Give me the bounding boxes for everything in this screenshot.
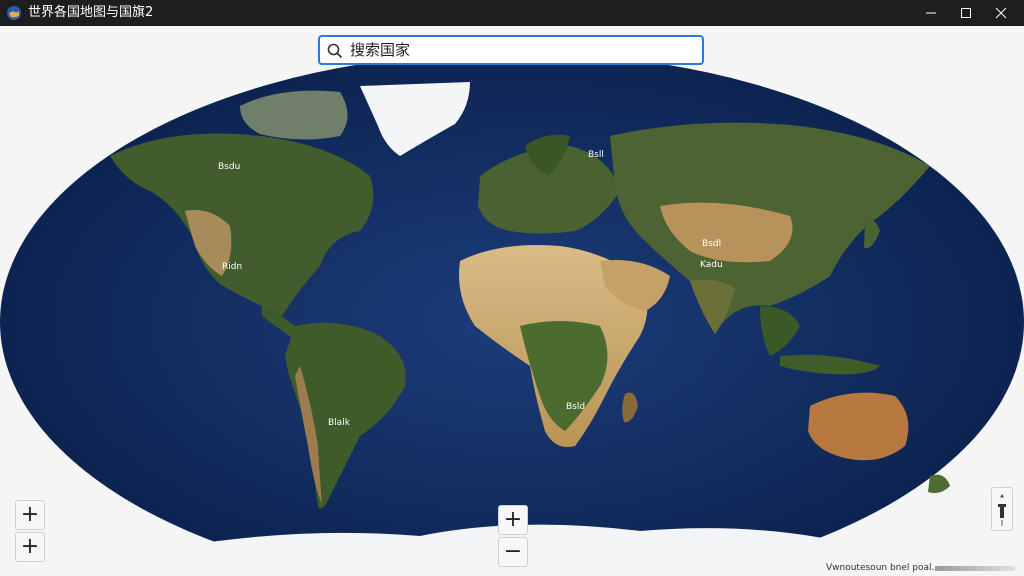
search-input[interactable]: [350, 37, 690, 63]
scale-bar: [935, 566, 1015, 571]
minimize-icon: [926, 12, 936, 14]
search-icon: [327, 43, 343, 59]
map-label-argentina: Blalk: [328, 418, 351, 428]
globe-icon: [7, 6, 21, 20]
world-map[interactable]: Bsdu Ridn Bsll Bsdl Kadu Bsld Blalk: [0, 26, 1024, 576]
zoom-in-button-left-top[interactable]: +: [15, 500, 45, 530]
close-icon: [995, 7, 1007, 19]
map-label-asia: Bsdl: [702, 239, 721, 249]
landmass-new-zealand: [928, 474, 950, 494]
map-label-south-africa: Bsld: [566, 402, 585, 412]
map-label-mexico: Ridn: [222, 262, 242, 272]
compass-control[interactable]: [991, 487, 1013, 531]
map-label-north-america: Bsdu: [218, 162, 240, 172]
compass-icon: [998, 494, 1006, 526]
search-box[interactable]: [318, 35, 704, 65]
zoom-in-button-left-bottom[interactable]: +: [15, 532, 45, 562]
map-label-russia: Bsll: [588, 150, 604, 160]
zoom-in-button[interactable]: +: [498, 505, 528, 535]
map-view[interactable]: Bsdu Ridn Bsll Bsdl Kadu Bsld Blalk: [0, 26, 1024, 576]
map-attribution: Vwnoutesoun bnel poal.: [826, 563, 935, 573]
close-button[interactable]: [978, 0, 1024, 26]
map-label-south-asia: Kadu: [700, 260, 723, 270]
title-bar: 世界各国地图与国旗2: [0, 0, 1024, 26]
window-title: 世界各国地图与国旗2: [28, 5, 154, 20]
maximize-icon: [961, 8, 971, 18]
zoom-out-button[interactable]: −: [498, 537, 528, 567]
